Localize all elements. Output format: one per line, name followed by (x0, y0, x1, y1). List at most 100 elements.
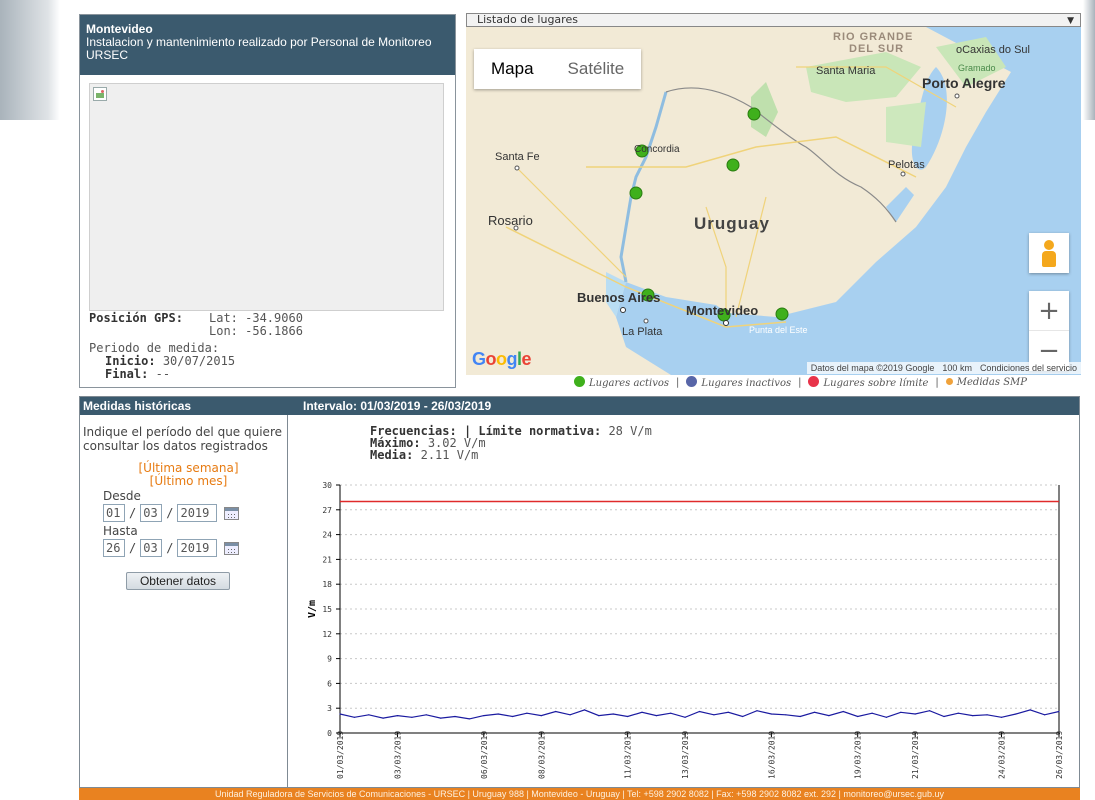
to-year-input[interactable]: 2019 (177, 539, 218, 557)
map-label-del-sur: DEL SUR (849, 43, 905, 55)
avg-value: 2.11 V/m (420, 448, 479, 462)
broken-image-icon (93, 87, 107, 101)
measurement-point (986, 714, 988, 716)
smp-dot-icon (945, 378, 953, 385)
map-label-buenos-aires: Buenos Aires (577, 290, 661, 305)
legend-over-limit-label: Lugares sobre límite (823, 378, 929, 389)
calendar-icon[interactable] (224, 541, 240, 555)
history-title: Medidas históricas (83, 399, 192, 413)
legend-over-limit: Lugares sobre límite (808, 376, 928, 389)
x-tick-label: 08/03/2019 (537, 731, 546, 779)
y-tick-label: 18 (322, 580, 332, 589)
history-chart: 0 3 6 9 12 15 18 21 24 27 30 V/m 01/03/2019 03/03/201… (307, 481, 1064, 779)
place-select[interactable]: Listado de lugares ▼ (466, 13, 1081, 27)
measurement-point (627, 715, 629, 718)
legend-smp: Medidas SMP (945, 377, 1027, 388)
legend-separator: | (798, 377, 802, 388)
map-label-pelotas: Pelotas (888, 159, 925, 171)
measurement-point (598, 715, 600, 717)
active-dot-icon (574, 376, 585, 387)
station-header: Montevideo Instalacion y mantenimiento r… (80, 15, 455, 75)
legend-active: Lugares activos (574, 376, 669, 389)
measurement-point (756, 710, 758, 712)
from-date-row: 01 / 03 / 2019 (80, 503, 287, 523)
y-tick-label: 3 (327, 704, 332, 713)
measurement-point (670, 712, 672, 714)
history-panel: Medidas históricas Intervalo: 01/03/2019… (79, 396, 1080, 788)
from-year-input[interactable]: 2019 (177, 504, 218, 522)
measurement-point (943, 715, 945, 718)
map-type-satellite-button[interactable]: Satélite (551, 49, 642, 89)
from-day-input[interactable]: 01 (103, 504, 125, 522)
measurement-point (353, 716, 355, 718)
interval-title: Intervalo: 01/03/2019 - 26/03/2019 (303, 399, 492, 413)
measurement-point (368, 714, 370, 716)
x-tick-label: 21/03/2019 (911, 731, 920, 779)
from-label: Desde (103, 489, 141, 503)
map-attribution-bar: Datos del mapa ©2019 Google 100 km Condi… (806, 362, 1081, 374)
map-label-santa-maria: Santa Maria (816, 65, 876, 77)
from-month-input[interactable]: 03 (140, 504, 163, 522)
map-type-map-button[interactable]: Mapa (474, 49, 551, 89)
measurement-point (540, 715, 542, 717)
measurement-point (612, 713, 614, 715)
map-label-concordia: Concordia (634, 144, 680, 155)
measurement-point (799, 715, 801, 718)
map-label-la-plata: La Plata (622, 326, 663, 338)
map-label-gramado: Gramado (958, 63, 996, 73)
last-month-link[interactable]: [Último mes] (90, 475, 287, 488)
map-label-uruguay: Uruguay (694, 214, 770, 233)
measurement-point (914, 713, 916, 715)
measurement-point (742, 715, 744, 718)
y-tick-label: 30 (322, 481, 332, 490)
measurement-point (641, 711, 643, 713)
limit-value: 28 V/m (608, 424, 652, 438)
measurement-point (842, 710, 844, 713)
date-slash: / (129, 541, 137, 555)
site-footer: Unidad Reguladora de Servicios de Comuni… (79, 788, 1080, 800)
x-tick-label: 11/03/2019 (624, 731, 633, 779)
measurement-point (871, 712, 873, 714)
station-photo (89, 83, 444, 311)
dropdown-arrow-icon: ▼ (1067, 16, 1074, 26)
measurement-point (885, 716, 888, 718)
measurement-point (857, 715, 859, 718)
map-legend: Lugares activos | Lugares inactivos | Lu… (574, 376, 1027, 389)
map-terms-link[interactable]: Condiciones del servicio (980, 362, 1077, 374)
measurement-point (1058, 710, 1060, 713)
map-attribution: Datos del mapa ©2019 Google (810, 363, 935, 373)
get-data-button[interactable]: Obtener datos (126, 572, 230, 590)
y-tick-label: 15 (322, 605, 332, 614)
map-label-santa-fe: Santa Fe (495, 151, 540, 163)
measurement-point (512, 715, 514, 718)
inactive-dot-icon (686, 376, 698, 387)
map-type-control: Mapa Satélite (474, 49, 642, 89)
y-tick-label: 0 (327, 729, 332, 738)
measurement-point (411, 716, 413, 718)
map-label-porto-alegre: Porto Alegre (922, 75, 1006, 91)
chart-area: Frecuencias: | Límite normativa: 28 V/m … (288, 415, 1079, 787)
y-tick-label: 9 (327, 655, 332, 664)
measurement-point (713, 714, 715, 716)
zoom-in-button[interactable]: + (1029, 291, 1069, 331)
avg-label: Media: (370, 448, 414, 462)
to-month-input[interactable]: 03 (140, 539, 163, 557)
measurement-point (972, 715, 974, 717)
gps-lon: Lon: -56.1866 (209, 324, 303, 338)
measurement-point (555, 710, 557, 713)
y-tick-label: 12 (322, 630, 332, 639)
y-tick-label: 27 (322, 506, 332, 515)
start-label: Inicio: (105, 354, 156, 368)
legend-active-label: Lugares activos (589, 378, 670, 389)
to-day-input[interactable]: 26 (103, 539, 125, 557)
map-canvas[interactable]: RIO GRANDE DEL SUR oCaxias do Sul Santa … (466, 27, 1081, 375)
measurement-point (929, 710, 931, 712)
street-view-pegman-icon[interactable] (1029, 233, 1069, 273)
gps-block: Posición GPS: Lat: -34.9060 Lon: -56.186… (89, 312, 303, 338)
measurement-point (1000, 716, 1003, 718)
map-label-rosario: Rosario (488, 213, 533, 228)
x-tick-label: 03/03/2019 (394, 731, 403, 779)
calendar-icon[interactable] (224, 506, 240, 520)
period-block: Periodo de medida: Inicio: 30/07/2015 Fi… (89, 342, 235, 381)
measurement-point (454, 715, 456, 718)
